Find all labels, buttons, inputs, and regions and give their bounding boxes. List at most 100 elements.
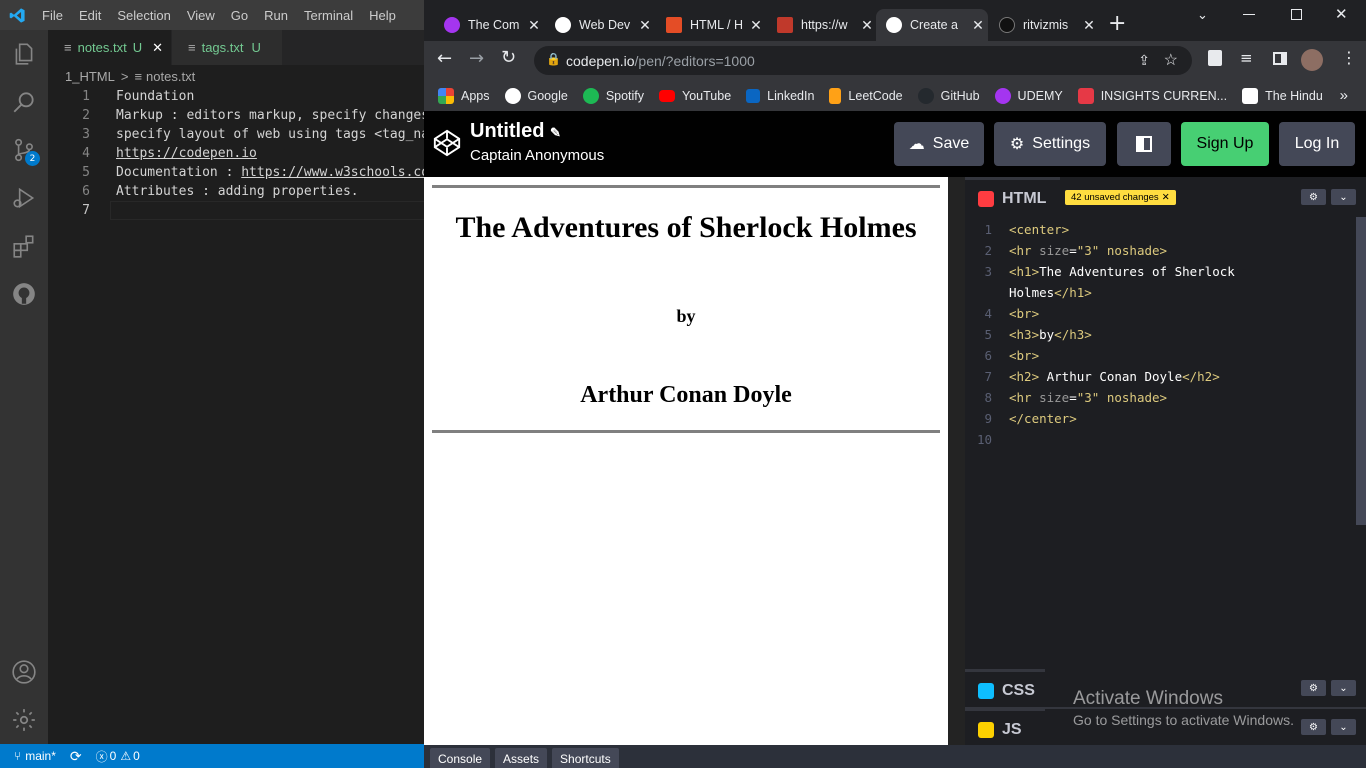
menu-view[interactable]: View [179, 8, 223, 23]
bookmark-leetcode[interactable]: LeetCode [829, 87, 903, 104]
browser-tab[interactable]: https://w ✕ [767, 9, 877, 41]
bookmark-spotify[interactable]: Spotify [582, 87, 644, 104]
side-panel-icon[interactable] [1273, 52, 1287, 65]
browser-tab[interactable]: ritvizmis ✕ [989, 9, 1099, 41]
bookmark-google[interactable]: Google [504, 87, 568, 104]
menu-go[interactable]: Go [223, 8, 256, 23]
profile-avatar[interactable] [1301, 49, 1323, 71]
js-settings-gear-icon[interactable]: ⚙ [1301, 719, 1326, 735]
warning-count[interactable]: 0 [133, 749, 140, 763]
js-collapse-chevron-icon[interactable]: ⌄ [1331, 719, 1356, 735]
breadcrumb-folder[interactable]: 1_HTML [65, 69, 115, 84]
log-in-button[interactable]: Log In [1279, 122, 1355, 166]
close-icon[interactable]: ✕ [152, 40, 163, 56]
browser-tab[interactable]: Web Dev ✕ [545, 9, 655, 41]
media-control-icon[interactable]: ≡ [1240, 49, 1253, 67]
bookmark-star-icon[interactable]: ☆ [1164, 50, 1178, 70]
change-view-button[interactable] [1117, 122, 1171, 166]
menu-terminal[interactable]: Terminal [296, 8, 361, 23]
insights-icon [1077, 87, 1094, 104]
dismiss-icon[interactable]: ✕ [1162, 192, 1170, 203]
tab-js[interactable]: JS [965, 708, 1045, 748]
run-debug-icon[interactable] [0, 174, 48, 222]
bookmark-github[interactable]: GitHub [917, 87, 980, 104]
browser-tab[interactable]: The Com ✕ [434, 9, 544, 41]
bookmark-youtube[interactable]: YouTube [659, 89, 731, 103]
reload-icon[interactable]: ↻ [501, 47, 516, 68]
explorer-icon[interactable] [0, 30, 48, 78]
bookmark-linkedin[interactable]: LinkedIn [746, 88, 814, 103]
url-input[interactable]: 🔒 codepen.io/pen/?editors=1000 ⇪ ☆ [534, 46, 1192, 75]
account-icon[interactable] [0, 648, 48, 696]
browser-tab[interactable]: HTML / H ✕ [656, 9, 766, 41]
close-window-icon[interactable]: ✕ [1335, 5, 1348, 23]
editor-settings-gear-icon[interactable]: ⚙ [1301, 189, 1326, 205]
editor-scrollbar[interactable] [1356, 217, 1366, 525]
unsaved-text: 42 unsaved changes [1071, 192, 1159, 203]
close-tab-icon[interactable]: ✕ [524, 17, 544, 34]
file-icon: ≡ [134, 68, 143, 84]
editor-tabs: ≡ notes.txt U ✕ ≡ tags.txt U [48, 30, 424, 65]
tab-search-icon[interactable]: ⌄ [1197, 8, 1208, 23]
html-code-area[interactable]: 1 <center> 2 <hr size="3" noshade> 3 <h1>The … [965, 217, 1366, 669]
collapse-chevron-icon[interactable]: ⌄ [1331, 189, 1356, 205]
close-tab-icon[interactable]: ✕ [1079, 17, 1099, 34]
close-tab-icon[interactable]: ✕ [968, 17, 988, 34]
assets-button[interactable]: Assets [495, 748, 548, 768]
minimize-icon[interactable] [1243, 14, 1255, 15]
more-bookmarks-button[interactable]: » [1340, 87, 1348, 104]
manage-gear-icon[interactable] [0, 696, 48, 744]
menu-help[interactable]: Help [361, 8, 404, 23]
css-collapse-chevron-icon[interactable]: ⌄ [1331, 680, 1356, 696]
bookmark-insights[interactable]: INSIGHTS CURREN... [1077, 87, 1227, 104]
pen-title[interactable]: Untitled ✎ [470, 120, 561, 143]
unsaved-badge[interactable]: 42 unsaved changes ✕ [1065, 190, 1176, 205]
settings-button[interactable]: ⚙ Settings [994, 122, 1106, 166]
branch-name[interactable]: main* [25, 749, 56, 763]
menu-edit[interactable]: Edit [71, 8, 109, 23]
forward-icon[interactable]: → [469, 48, 484, 69]
error-count[interactable]: 0 [110, 749, 117, 763]
close-tab-icon[interactable]: ✕ [857, 17, 877, 34]
menu-run[interactable]: Run [256, 8, 296, 23]
console-button[interactable]: Console [430, 748, 491, 768]
codepen-logo-icon[interactable] [432, 128, 462, 158]
tab-tags-txt[interactable]: ≡ tags.txt U [172, 30, 282, 65]
back-icon[interactable]: ← [437, 48, 452, 69]
shortcuts-button[interactable]: Shortcuts [552, 748, 619, 768]
close-tab-icon[interactable]: ✕ [746, 17, 766, 34]
line-number: 3 [984, 264, 992, 279]
link-text[interactable]: https://codepen.io [116, 144, 257, 163]
bookmark-the-hindu[interactable]: The Hindu [1242, 87, 1323, 104]
tab-css[interactable]: CSS [965, 669, 1045, 709]
share-icon[interactable]: ⇪ [1138, 52, 1150, 69]
menu-file[interactable]: File [34, 8, 71, 23]
close-tab-icon[interactable]: ✕ [635, 17, 655, 34]
maximize-icon[interactable] [1291, 9, 1302, 20]
sign-up-button[interactable]: Sign Up [1181, 122, 1269, 166]
bookmark-apps[interactable]: Apps [438, 87, 490, 104]
search-icon[interactable] [0, 78, 48, 126]
resize-handle[interactable] [948, 177, 965, 745]
gear-icon: ⚙ [1009, 136, 1025, 153]
extensions-icon[interactable] [0, 222, 48, 270]
css-settings-gear-icon[interactable]: ⚙ [1301, 680, 1326, 696]
new-tab-button[interactable]: + [1108, 11, 1126, 36]
menu-selection[interactable]: Selection [109, 8, 178, 23]
chrome-menu-icon[interactable]: ⋮ [1341, 48, 1357, 67]
tab-notes-txt[interactable]: ≡ notes.txt U ✕ [48, 30, 171, 65]
code-line: 1 <center> [965, 219, 1366, 240]
text-editor[interactable]: 1 Foundation 2 Markup : editors markup, sp… [48, 87, 424, 744]
bookmark-udemy[interactable]: UDEMY [994, 87, 1063, 104]
tab-html[interactable]: HTML [965, 177, 1060, 217]
breadcrumb-file[interactable]: notes.txt [146, 69, 195, 84]
pen-author[interactable]: Captain Anonymous [470, 147, 604, 164]
sync-icon[interactable]: ⟳ [70, 748, 82, 765]
extensions-puzzle-icon[interactable] [1208, 50, 1222, 66]
link-text[interactable]: https://www.w3schools.co [241, 165, 424, 180]
github-icon[interactable] [0, 270, 48, 318]
source-control-icon[interactable]: 2 [0, 126, 48, 174]
edit-pencil-icon[interactable]: ✎ [550, 125, 561, 140]
browser-tab-active[interactable]: Create a ✕ [876, 9, 988, 41]
save-button[interactable]: ☁ Save [894, 122, 984, 166]
